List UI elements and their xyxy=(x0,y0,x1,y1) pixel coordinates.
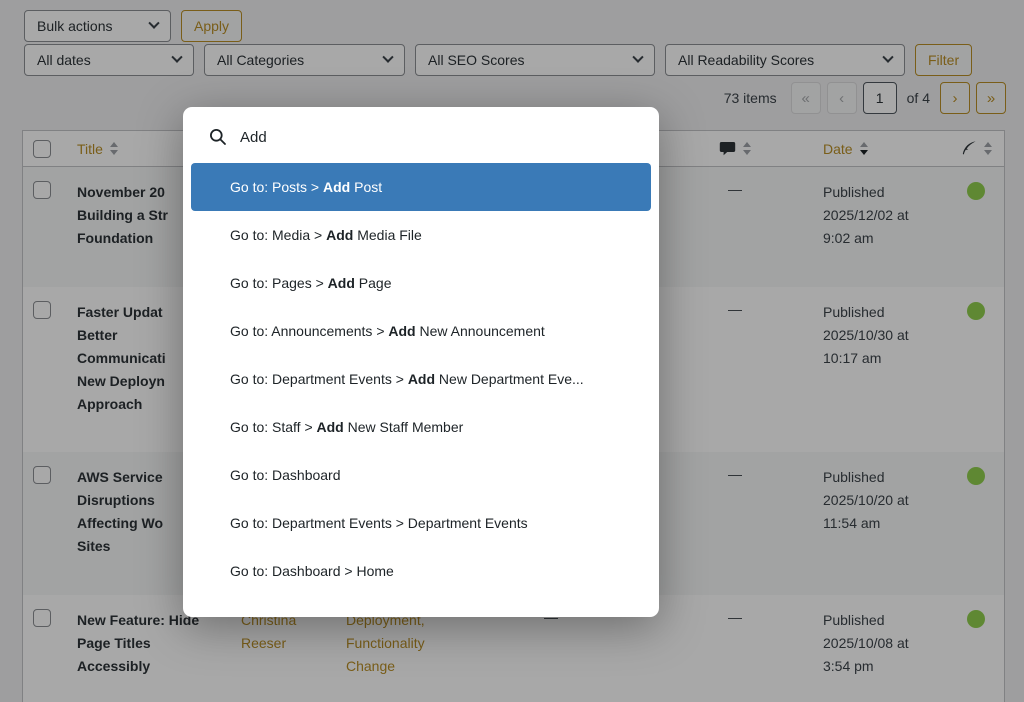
search-result[interactable]: Go to: Dashboard > Home xyxy=(191,547,651,595)
search-result[interactable]: Go to: Announcements > Add New Announcem… xyxy=(191,307,651,355)
command-palette-modal: Go to: Posts > Add Post Go to: Media > A… xyxy=(183,107,659,617)
search-results-list: Go to: Posts > Add Post Go to: Media > A… xyxy=(183,157,659,603)
search-result-selected[interactable]: Go to: Posts > Add Post xyxy=(191,163,651,211)
search-input[interactable] xyxy=(240,128,633,146)
search-icon xyxy=(210,129,226,145)
search-result[interactable]: Go to: Dashboard xyxy=(191,451,651,499)
search-result[interactable]: Go to: Department Events > Department Ev… xyxy=(191,499,651,547)
search-result[interactable]: Go to: Department Events > Add New Depar… xyxy=(191,355,651,403)
search-result[interactable]: Go to: Staff > Add New Staff Member xyxy=(191,403,651,451)
search-result[interactable]: Go to: Pages > Add Page xyxy=(191,259,651,307)
search-row xyxy=(183,107,659,157)
search-result[interactable]: Go to: Media > Add Media File xyxy=(191,211,651,259)
